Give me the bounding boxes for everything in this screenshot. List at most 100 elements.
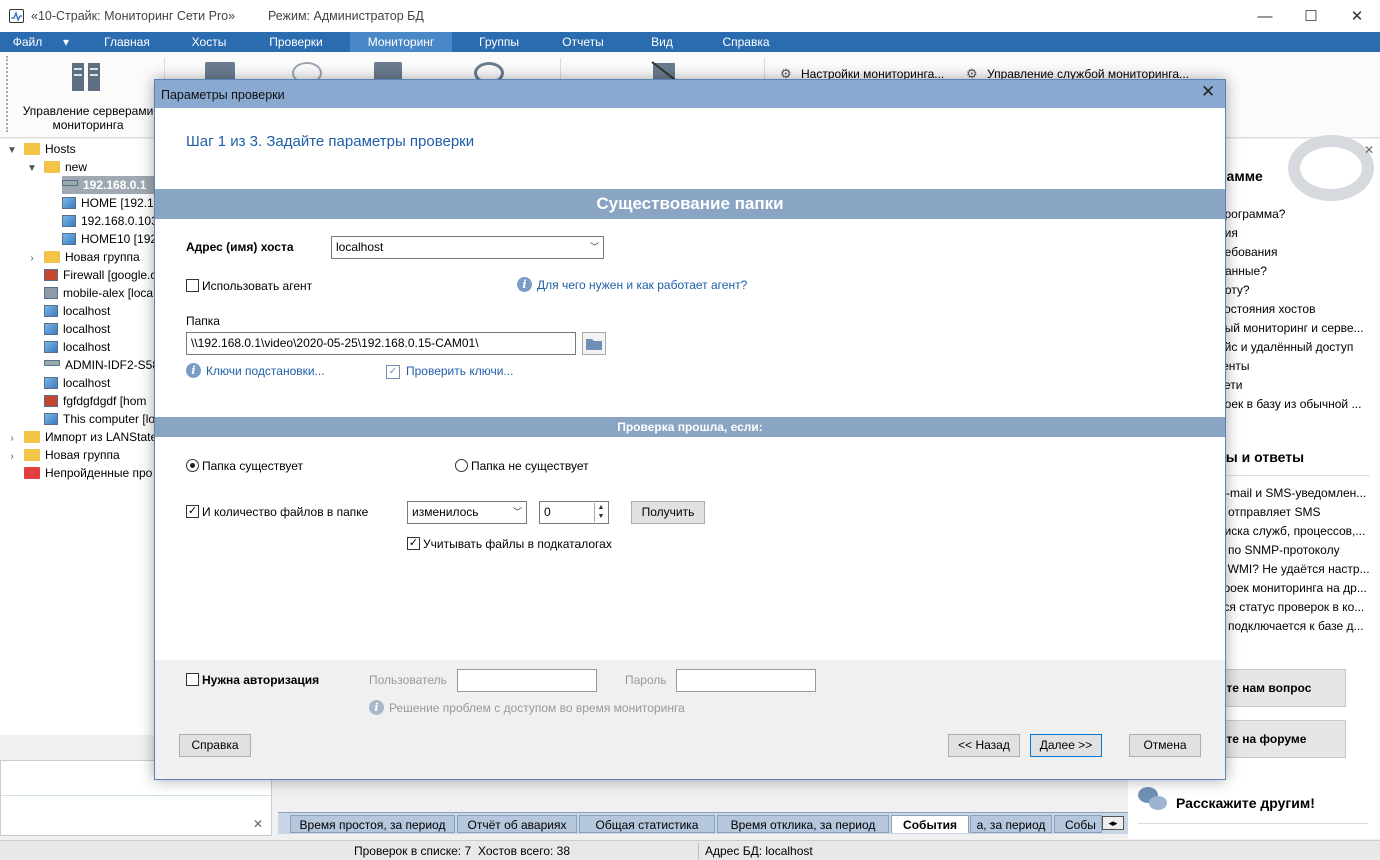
tab-general-stats[interactable]: Общая статистика (579, 815, 715, 833)
menu-groups[interactable]: Группы (464, 32, 534, 52)
subdirs-checkbox[interactable]: ✓ Учитывать файлы в подкаталогах (407, 537, 612, 551)
dialog-title: Параметры проверки (161, 88, 285, 102)
info-icon: i (369, 700, 384, 716)
help-link[interactable]: ейс и удалённый доступ (1218, 340, 1353, 354)
tree-item-host[interactable]: HOME [192.16 (62, 194, 160, 212)
faq-link[interactable]: е отправляет SMS (1218, 505, 1320, 519)
menu-hosts[interactable]: Хосты (174, 32, 244, 52)
tree-item-host[interactable]: This computer [lo (44, 410, 155, 428)
faq-link[interactable]: троек мониторинга на др... (1218, 581, 1367, 595)
computer-icon (62, 196, 76, 209)
tree-item-hosts[interactable]: ▼ Hosts (6, 140, 76, 158)
folder-path-input[interactable]: \\192.168.0.1\video\2020-05-25\192.168.0… (186, 332, 576, 355)
tree-item-failed[interactable]: Непройденные про (18, 464, 152, 482)
tree-item-host[interactable]: localhost (44, 320, 110, 338)
faq-link[interactable]: E-mail и SMS-уведомлен... (1218, 486, 1366, 500)
expand-arrow-icon[interactable]: › (6, 448, 18, 466)
faq-link[interactable]: ь WMI? Не удаётся настр... (1218, 562, 1370, 576)
hosts-count: Хостов всего: 38 (478, 844, 571, 858)
faq-link[interactable]: тся статус проверок в ко... (1218, 600, 1364, 614)
tab-period[interactable]: а, за период (970, 815, 1052, 833)
pass-condition-band: Проверка прошла, если: (155, 417, 1225, 437)
servers-button[interactable]: Управление серверами мониторинга (14, 58, 164, 134)
close-window-button[interactable]: ✕ (1334, 0, 1380, 32)
files-count-checkbox[interactable]: ✓ И количество файлов в папке (186, 505, 368, 519)
condition-select[interactable]: изменилось ﹀ (407, 501, 527, 524)
tab-scroll-arrows[interactable]: ◂▸ (1102, 816, 1124, 830)
auth-checkbox[interactable]: Нужна авторизация (186, 673, 319, 687)
cancel-button[interactable]: Отмена (1129, 734, 1201, 757)
count-spinner[interactable]: 0 ▲ ▼ (539, 501, 609, 524)
folder-icon (24, 448, 40, 461)
menu-bar: Файл ▾ Главная Хосты Проверки Мониторинг… (0, 32, 1380, 52)
tab-events[interactable]: События (891, 815, 969, 833)
expand-arrow-icon[interactable]: ▼ (26, 160, 38, 178)
menu-monitoring[interactable]: Мониторинг (350, 32, 452, 52)
tree-item-host[interactable]: ADMIN-IDF2-S58 (44, 356, 159, 374)
faq-link[interactable]: е по SNMP-протоколу (1218, 543, 1340, 557)
expand-arrow-icon[interactable]: › (26, 250, 38, 268)
help-link[interactable]: программа? (1218, 207, 1285, 221)
maximize-button[interactable]: ☐ (1288, 0, 1334, 32)
tree-item-group[interactable]: › Новая группа (26, 248, 139, 268)
faq-link[interactable]: писка служб, процессов,... (1218, 524, 1365, 538)
faq-link[interactable]: е подключается к базе д... (1218, 619, 1364, 633)
tree-item-host[interactable]: localhost (44, 302, 110, 320)
scroll-left-icon[interactable]: ‹ (6, 735, 10, 737)
tree-item-host[interactable]: Firewall [google.c (44, 266, 156, 284)
tab-events-2[interactable]: Собы (1054, 815, 1102, 833)
password-input[interactable] (676, 669, 816, 692)
computer-icon (44, 304, 58, 317)
folder-icon (24, 142, 40, 155)
computer-icon (44, 376, 58, 389)
tree-item-host[interactable]: mobile-alex [loca (44, 284, 153, 302)
tab-response-time[interactable]: Время отклика, за период (717, 815, 889, 833)
menu-file[interactable]: Файл (0, 32, 55, 52)
status-bar: Проверок в списке: 7 Хостов всего: 38 Ад… (0, 840, 1380, 860)
tree-item-host[interactable]: fgfdgfdgdf [hom (44, 392, 146, 410)
get-button[interactable]: Получить (631, 501, 705, 524)
tree-item-new[interactable]: ▼ new (26, 158, 87, 176)
host-label: Адрес (имя) хоста (186, 240, 294, 254)
tree-item-host[interactable]: 192.168.0.103 (62, 212, 158, 230)
menu-help[interactable]: Справка (708, 32, 784, 52)
menu-checks[interactable]: Проверки (256, 32, 336, 52)
close-help-icon[interactable]: ✕ (1364, 143, 1374, 157)
share-icon (1136, 785, 1168, 815)
host-combo[interactable]: localhost ﹀ (331, 236, 604, 259)
tree-item-host[interactable]: HOME10 [192 (62, 230, 157, 248)
info-icon: i (186, 363, 201, 379)
browse-folder-icon[interactable] (582, 332, 606, 355)
spin-arrows-icon[interactable]: ▲ ▼ (594, 503, 607, 522)
help-link[interactable]: роек в базу из обычной ... (1218, 397, 1361, 411)
back-button[interactable]: << Назад (948, 734, 1020, 757)
menu-home[interactable]: Главная (92, 32, 162, 52)
verify-keys[interactable]: ✓ Проверить ключи... (386, 364, 513, 379)
use-agent-checkbox[interactable]: Использовать агент (186, 279, 312, 293)
tree-item-host[interactable]: localhost (44, 338, 110, 356)
menu-dropdown[interactable]: ▾ (55, 32, 77, 52)
tab-alarm-report[interactable]: Отчёт об авариях (457, 815, 577, 833)
folder-exists-radio[interactable]: Папка существует (186, 459, 303, 473)
help-button[interactable]: Справка (179, 734, 251, 757)
tree-item-host[interactable]: localhost (44, 374, 110, 392)
help-link[interactable]: состояния хостов (1218, 302, 1315, 316)
help-link[interactable]: ребования (1218, 245, 1278, 259)
next-button[interactable]: Далее >> (1030, 734, 1102, 757)
close-panel-icon[interactable]: ✕ (253, 817, 263, 831)
subst-keys[interactable]: i Ключи подстановки... (186, 363, 325, 379)
tree-item-import[interactable]: › Импорт из LANState (6, 428, 157, 446)
menu-view[interactable]: Вид (632, 32, 692, 52)
minimize-button[interactable]: — (1242, 0, 1288, 32)
help-link[interactable]: ный мониторинг и серве... (1218, 321, 1364, 335)
ribbon-grip (6, 56, 9, 132)
menu-reports[interactable]: Отчеты (548, 32, 618, 52)
dialog-close-icon[interactable]: ✕ (1201, 82, 1215, 102)
tell-others-label[interactable]: Расскажите другим! (1176, 795, 1315, 811)
user-input[interactable] (457, 669, 597, 692)
agent-help[interactable]: i Для чего нужен и как работает агент? (517, 277, 747, 293)
expand-arrow-icon[interactable]: ▼ (6, 142, 18, 160)
tab-downtime[interactable]: Время простоя, за период (290, 815, 455, 833)
folder-not-exists-radio[interactable]: Папка не существует (455, 459, 589, 473)
tree-item-group[interactable]: › Новая группа (6, 446, 119, 466)
